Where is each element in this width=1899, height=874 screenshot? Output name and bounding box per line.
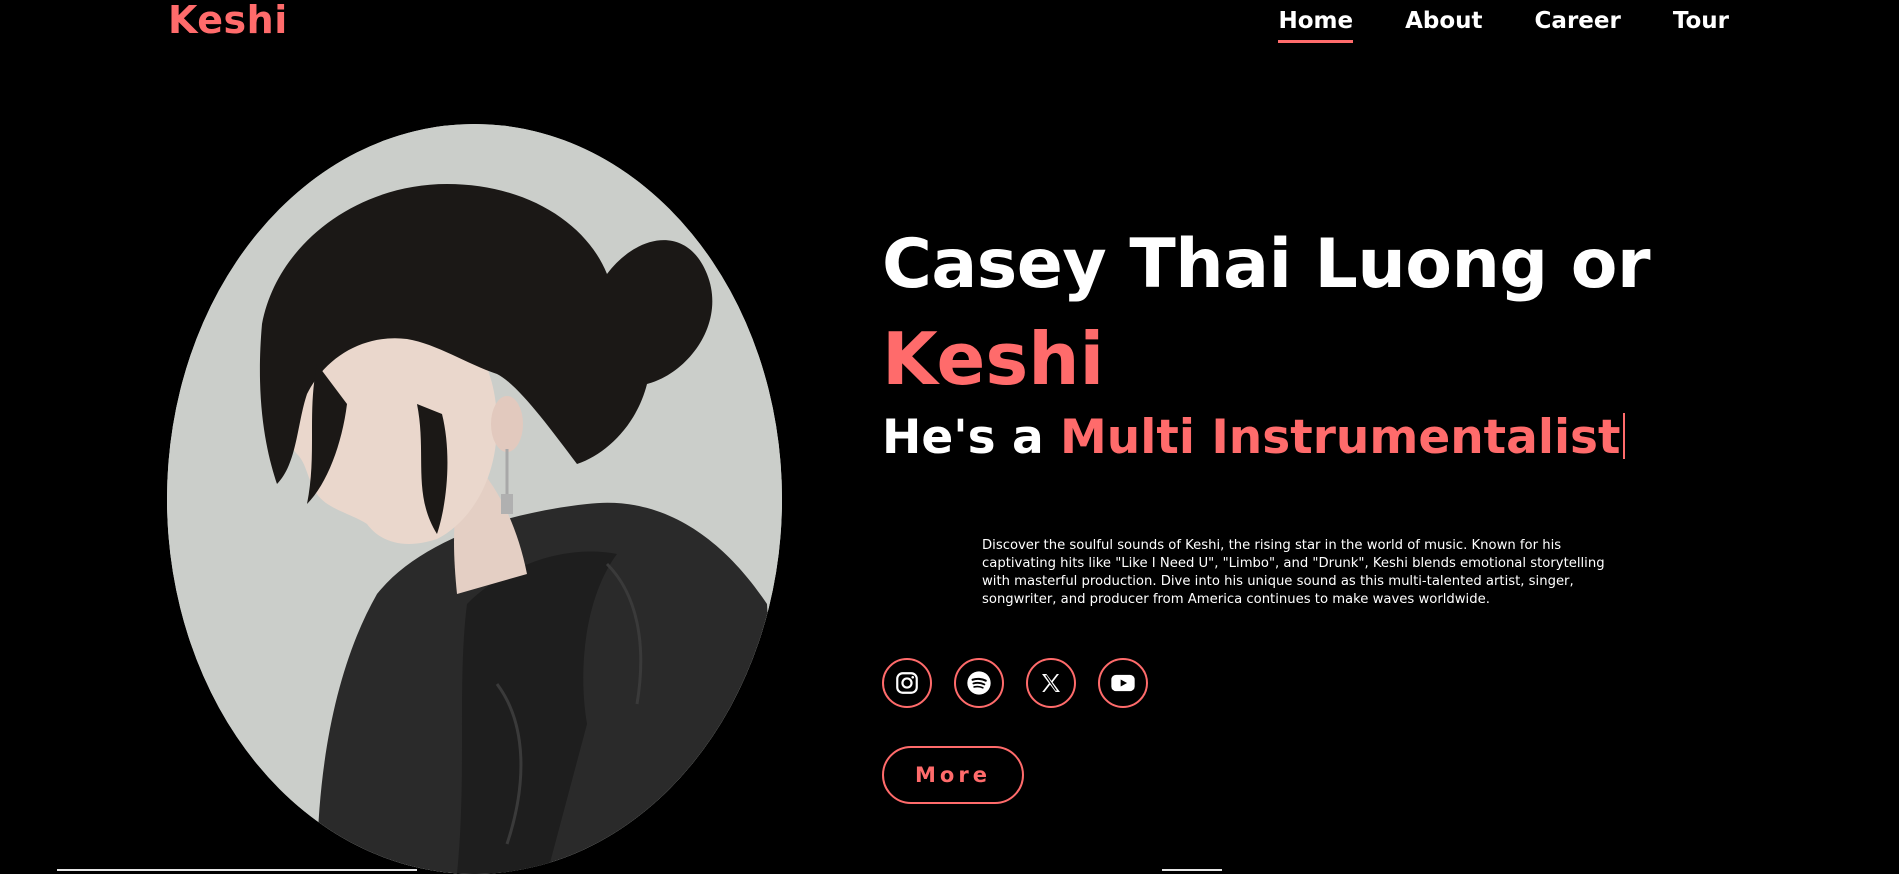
social-links	[882, 658, 1148, 708]
divider-line	[1162, 869, 1222, 871]
hero-name: Keshi	[882, 317, 1105, 401]
hero-description: Discover the soulful sounds of Keshi, th…	[982, 538, 1605, 608]
divider-line	[57, 869, 417, 871]
spotify-icon	[967, 671, 991, 695]
more-button[interactable]: More	[882, 746, 1024, 804]
instagram-icon	[896, 672, 918, 694]
subheading-accent: Multi Instrumentalist	[1060, 410, 1621, 465]
artist-portrait	[167, 124, 782, 874]
youtube-link[interactable]	[1098, 658, 1148, 708]
youtube-icon	[1111, 674, 1135, 692]
nav-home-link[interactable]: Home	[1278, 6, 1354, 43]
main-nav: Home About Career Tour	[1278, 6, 1729, 43]
hero-text: Casey Thai Luong or Keshi He's a Multi I…	[882, 220, 1762, 470]
nav-career-link[interactable]: Career	[1535, 6, 1621, 43]
x-icon	[1042, 674, 1060, 692]
hero-heading: Casey Thai Luong or	[882, 225, 1651, 304]
hero-subheading: He's a Multi Instrumentalist	[882, 406, 1762, 470]
site-logo[interactable]: Keshi	[168, 0, 288, 42]
x-link[interactable]	[1026, 658, 1076, 708]
typing-caret	[1622, 413, 1625, 459]
subheading-prefix: He's a	[882, 410, 1061, 465]
spotify-link[interactable]	[954, 658, 1004, 708]
nav-tour-link[interactable]: Tour	[1673, 6, 1729, 43]
nav-about-link[interactable]: About	[1405, 6, 1482, 43]
instagram-link[interactable]	[882, 658, 932, 708]
